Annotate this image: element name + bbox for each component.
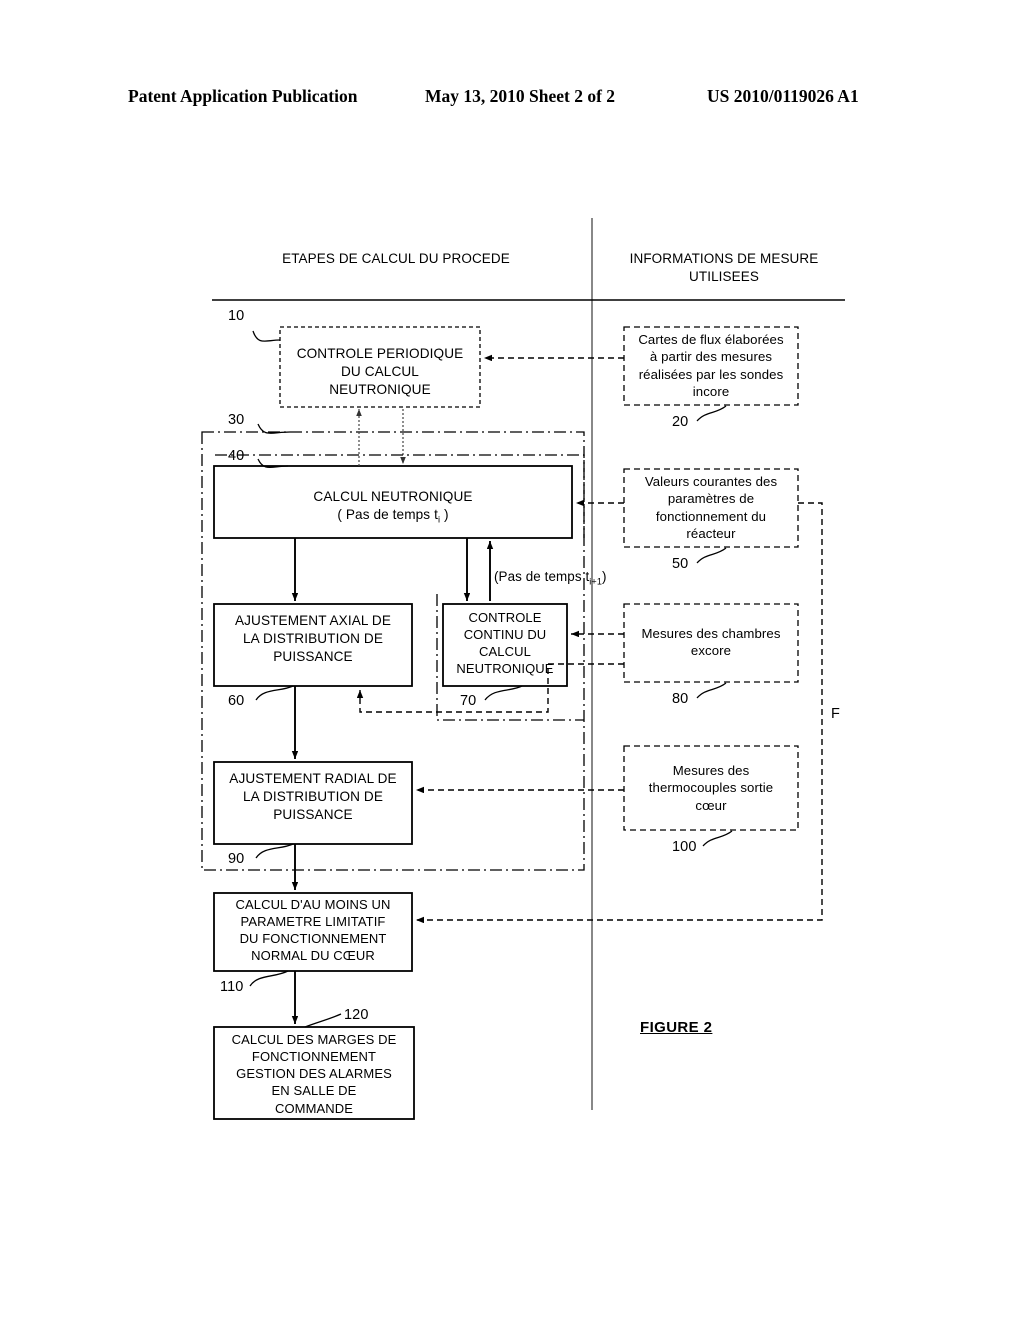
figure-caption: FIGURE 2 [640,1019,713,1036]
leader-90 [255,843,294,859]
timestep-current-prefix: ( Pas de temps t [337,507,438,522]
timestep-current-suffix: ) [440,507,449,522]
box-40-label: CALCUL NEUTRONIQUE [313,489,473,504]
timestep-next-suffix: ) [602,569,607,584]
box-10-label: CONTROLE PERIODIQUE DU CALCUL NEUTRONIQU… [296,346,464,397]
ref-70: 70 [460,693,477,709]
timestep-next-prefix: (Pas de temps t [494,569,590,584]
flow-marker-F: F [831,706,840,722]
ref-90: 90 [228,851,245,867]
box-120-label: CALCUL DES MARGES DE FONCTIONNEMENT GEST… [231,1032,397,1116]
figure-2-flowchart: ETAPES DE CALCUL DU PROCEDE INFORMATIONS… [0,0,1024,1320]
box-60-label: AJUSTEMENT AXIAL DE LA DISTRIBUTION DE P… [234,613,391,664]
ref-30: 30 [228,412,245,428]
box-90-label: AJUSTEMENT RADIAL DE LA DISTRIBUTION DE … [229,771,397,822]
ref-80: 80 [672,691,689,707]
ref-40: 40 [228,448,245,464]
timestep-next-subscript: i+1 [589,576,602,587]
box-50-label: Valeurs courantes des paramètres de fonc… [644,474,778,542]
leader-110 [249,970,289,987]
timestep-next-label: (Pas de temps ti+1) [494,568,654,588]
box-70-label: CONTROLE CONTINU DU CALCUL NEUTRONIQUE [456,610,554,677]
column-title-right: INFORMATIONS DE MESURE UTILISEES [629,251,819,284]
leader-120 [304,1013,342,1028]
leader-100 [702,830,733,847]
ref-10: 10 [228,308,245,324]
box-20-label: Cartes de flux élaborées à partir des me… [638,332,784,400]
ref-50: 50 [672,556,689,572]
box-40-timestep-label: ( Pas de temps ti ) [216,506,570,526]
ref-60: 60 [228,693,245,709]
leader-50 [696,547,727,564]
box-110-label: CALCUL D'AU MOINS UN PARAMETRE LIMITATIF… [235,897,391,964]
ref-120: 120 [344,1007,369,1023]
leader-10 [252,330,281,342]
box-100-label: Mesures des thermocouples sortie cœur [648,763,774,813]
ref-20: 20 [672,414,689,430]
ref-100: 100 [672,839,697,855]
leader-60 [255,685,294,701]
leader-80 [696,682,727,699]
box-80-label: Mesures des chambres excore [641,626,781,659]
leader-70 [484,685,523,701]
column-title-left: ETAPES DE CALCUL DU PROCEDE [282,251,510,266]
ref-110: 110 [220,979,244,995]
leader-20 [696,405,727,422]
